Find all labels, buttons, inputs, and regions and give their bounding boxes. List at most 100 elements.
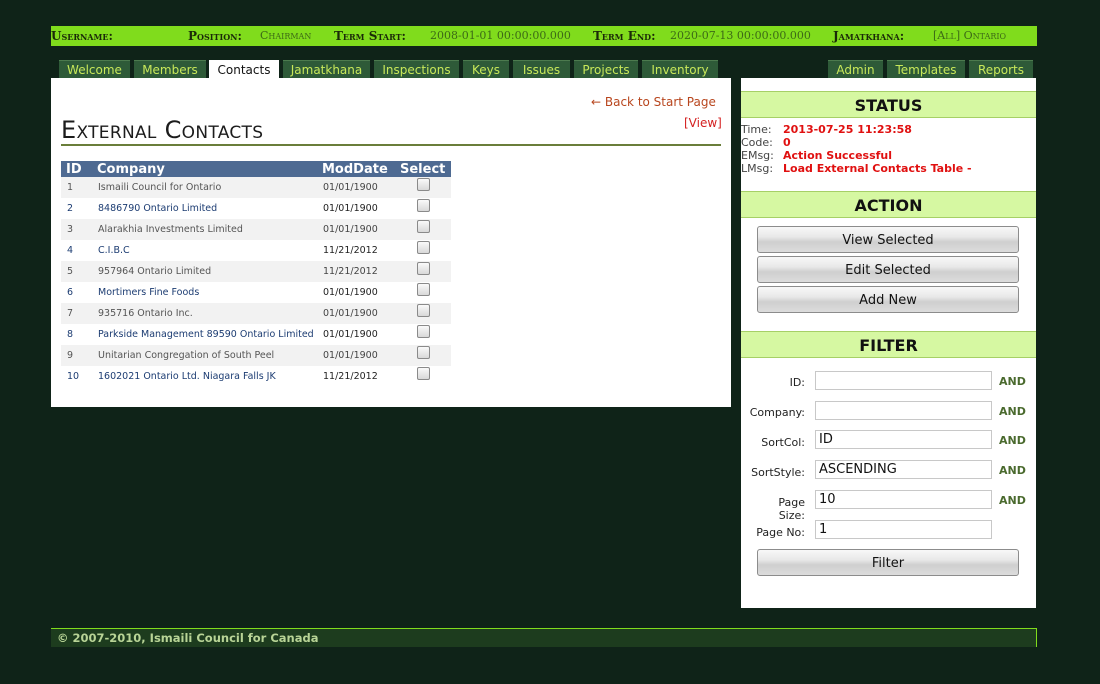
cell-moddate: 01/01/1900 [317, 345, 395, 366]
title-divider [61, 144, 721, 146]
cell-moddate: 11/21/2012 [317, 366, 395, 387]
row-select-checkbox[interactable] [416, 220, 430, 233]
row-select-checkbox[interactable] [416, 178, 430, 191]
tab-contacts[interactable]: Contacts [209, 60, 279, 78]
position-label: Position: [188, 29, 242, 43]
row-select-checkbox[interactable] [416, 346, 430, 359]
column-header-select: Select [395, 161, 451, 177]
cell-company: C.I.B.C [92, 240, 317, 261]
filter-sortcol-input[interactable] [815, 430, 992, 449]
filter-button[interactable]: Filter [757, 549, 1019, 576]
filter-sortcol-and: AND [999, 434, 1026, 447]
cell-id: 4 [61, 240, 92, 261]
cell-moddate: 01/01/1900 [317, 219, 395, 240]
cell-select [395, 219, 451, 240]
status-emsg-value: Action Successful [783, 149, 893, 162]
tab-issues[interactable]: Issues [513, 60, 570, 78]
page-title: External Contacts [61, 116, 264, 144]
tab-inspections[interactable]: Inspections [374, 60, 459, 78]
column-header-company[interactable]: Company [92, 161, 317, 177]
term-start-label: Term Start: [334, 29, 406, 43]
cell-id: 1 [61, 177, 92, 198]
filter-pageno-input[interactable] [815, 520, 992, 539]
status-code-label: Code: [741, 136, 773, 149]
term-end-value: 2020-07-13 00:00:00.000 [670, 29, 811, 42]
table-row: 6 Mortimers Fine Foods 01/01/1900 [61, 282, 451, 303]
filter-id-label: ID: [789, 376, 805, 389]
cell-company: Ismaili Council for Ontario [92, 177, 317, 198]
filter-id-input[interactable] [815, 371, 992, 390]
status-code-row: Code: 0 [741, 136, 791, 149]
add-new-button[interactable]: Add New [757, 286, 1019, 313]
cell-select [395, 240, 451, 261]
cell-moddate: 11/21/2012 [317, 261, 395, 282]
row-select-checkbox[interactable] [416, 241, 430, 254]
column-header-id[interactable]: ID [61, 161, 92, 177]
jamatkhana-value: [All] Ontario [933, 29, 1007, 42]
cell-moddate: 01/01/1900 [317, 303, 395, 324]
tab-welcome[interactable]: Welcome [59, 60, 130, 78]
cell-company: 935716 Ontario Inc. [92, 303, 317, 324]
cell-company: Parkside Management 89590 Ontario Limite… [92, 324, 317, 345]
sidebar-panel: STATUS Time: 2013-07-25 11:23:58 Code: 0 E… [741, 78, 1036, 608]
row-select-checkbox[interactable] [416, 199, 430, 212]
row-select-checkbox[interactable] [416, 325, 430, 338]
filter-id-and: AND [999, 375, 1026, 388]
cell-select [395, 324, 451, 345]
filter-heading: FILTER [741, 331, 1036, 358]
tab-reports[interactable]: Reports [969, 60, 1033, 78]
tab-admin[interactable]: Admin [828, 60, 883, 78]
status-lmsg-value: Load External Contacts Table - [783, 162, 972, 175]
column-header-moddate[interactable]: ModDate [317, 161, 395, 177]
cell-select [395, 366, 451, 387]
username-label: Username: [51, 29, 113, 43]
cell-select [395, 282, 451, 303]
edit-selected-button[interactable]: Edit Selected [757, 256, 1019, 283]
cell-moddate: 01/01/1900 [317, 198, 395, 219]
tab-projects[interactable]: Projects [574, 60, 638, 78]
footer-copyright: © 2007-2010, Ismaili Council for Canada [51, 628, 1037, 647]
table-row: 5 957964 Ontario Limited 11/21/2012 [61, 261, 451, 282]
cell-select [395, 261, 451, 282]
cell-company: Alarakhia Investments Limited [92, 219, 317, 240]
cell-id: 6 [61, 282, 92, 303]
filter-pagesize-input[interactable] [815, 490, 992, 509]
jamatkhana-label: Jamatkhana: [833, 29, 905, 43]
status-lmsg-row: LMsg: Load External Contacts Table - [741, 162, 972, 175]
table-row: 4 C.I.B.C 11/21/2012 [61, 240, 451, 261]
back-to-start-link[interactable]: ← Back to Start Page [591, 95, 716, 109]
table-row: 1 Ismaili Council for Ontario 01/01/1900 [61, 177, 451, 198]
cell-company: 8486790 Ontario Limited [92, 198, 317, 219]
filter-pageno-label: Page No: [756, 526, 805, 539]
filter-sortstyle-and: AND [999, 464, 1026, 477]
position-value: Chairman [260, 29, 312, 42]
cell-moddate: 11/21/2012 [317, 240, 395, 261]
tab-templates[interactable]: Templates [887, 60, 965, 78]
status-heading: STATUS [741, 91, 1036, 118]
tab-jamatkhana[interactable]: Jamatkhana [283, 60, 370, 78]
status-time-value: 2013-07-25 11:23:58 [783, 123, 912, 136]
table-row: 3 Alarakhia Investments Limited 01/01/1900 [61, 219, 451, 240]
view-link[interactable]: [View] [684, 116, 722, 130]
filter-company-and: AND [999, 405, 1026, 418]
row-select-checkbox[interactable] [416, 283, 430, 296]
main-content-panel: ← Back to Start Page [View] External Con… [51, 78, 731, 407]
table-row: 7 935716 Ontario Inc. 01/01/1900 [61, 303, 451, 324]
filter-sortstyle-input[interactable] [815, 460, 992, 479]
user-info-bar: Username: Position: Chairman Term Start:… [51, 26, 1037, 46]
table-row: 10 1602021 Ontario Ltd. Niagara Falls JK 1… [61, 366, 451, 387]
action-heading: ACTION [741, 191, 1036, 218]
row-select-checkbox[interactable] [416, 262, 430, 275]
view-selected-button[interactable]: View Selected [757, 226, 1019, 253]
table-row: 8 Parkside Management 89590 Ontario Limit… [61, 324, 451, 345]
filter-company-input[interactable] [815, 401, 992, 420]
row-select-checkbox[interactable] [416, 304, 430, 317]
filter-company-label: Company: [749, 406, 805, 419]
tab-keys[interactable]: Keys [463, 60, 509, 78]
status-emsg-row: EMsg: Action Successful [741, 149, 892, 162]
contacts-table: ID Company ModDate Select 1 Ismaili Counc… [61, 161, 451, 387]
cell-id: 10 [61, 366, 92, 387]
row-select-checkbox[interactable] [416, 367, 430, 380]
tab-inventory[interactable]: Inventory [642, 60, 718, 78]
tab-members[interactable]: Members [134, 60, 206, 78]
